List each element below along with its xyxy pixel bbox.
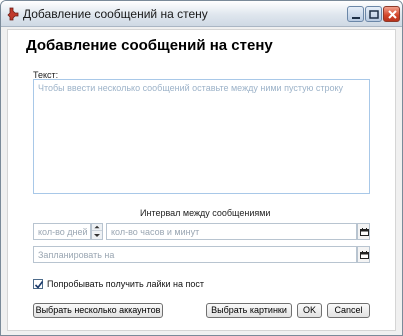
maximize-button[interactable] (365, 6, 382, 22)
select-accounts-button[interactable]: Выбрать несколько аккаунтов (33, 303, 163, 318)
close-icon (388, 10, 397, 19)
arrow-down-icon[interactable] (92, 232, 102, 239)
arrow-up-icon[interactable] (92, 224, 102, 231)
hours-minutes-input[interactable]: кол-во часов и минут (106, 223, 357, 240)
calendar-icon (360, 251, 369, 259)
like-checkbox-label[interactable]: Попробывать получить лайки на пост (47, 279, 204, 289)
select-images-button[interactable]: Выбрать картинки (206, 303, 292, 318)
wrench-icon (7, 7, 19, 21)
close-button[interactable] (383, 6, 400, 22)
time-picker-button[interactable] (357, 223, 370, 240)
calendar-icon (360, 228, 369, 236)
schedule-input[interactable]: Запланировать на (33, 246, 357, 263)
page-title: Добавление сообщений на стену (26, 37, 273, 54)
minimize-button[interactable] (347, 6, 364, 22)
interval-label: Интервал между сообщениями (140, 208, 271, 218)
message-textarea[interactable]: Чтобы ввести несколько сообщений оставьт… (33, 79, 370, 194)
ok-button[interactable]: OK (297, 303, 322, 318)
title-bar[interactable]: Добавление сообщений на стену (1, 1, 402, 27)
like-checkbox[interactable] (33, 279, 44, 289)
days-input[interactable]: кол-во дней (33, 223, 91, 240)
days-stepper[interactable] (91, 223, 103, 240)
cancel-button[interactable]: Cancel (327, 303, 370, 318)
minimize-icon (352, 17, 360, 19)
schedule-picker-button[interactable] (357, 246, 370, 263)
maximize-icon (369, 10, 379, 19)
checkmark-icon (34, 281, 44, 289)
window-title: Добавление сообщений на стену (23, 7, 208, 21)
